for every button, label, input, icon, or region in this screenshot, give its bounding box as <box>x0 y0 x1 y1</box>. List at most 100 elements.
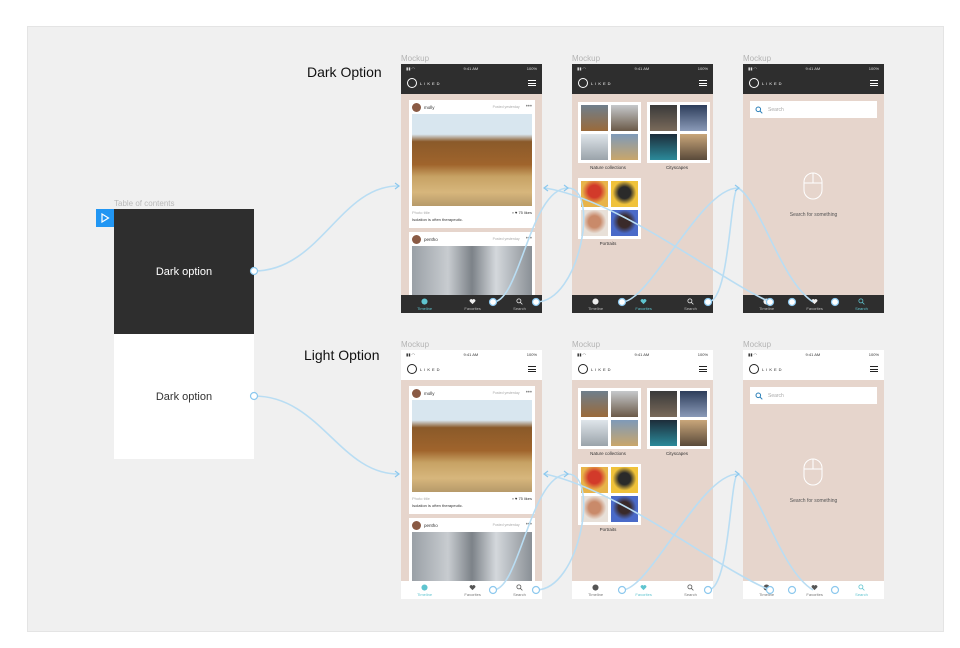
menu-icon[interactable] <box>528 80 536 86</box>
tab-timeline[interactable]: Timeline <box>417 297 432 311</box>
menu-icon[interactable] <box>870 80 878 86</box>
tab-bar: Timeline Favorites Search <box>401 581 542 599</box>
toc-item-light[interactable]: Dark option <box>114 334 254 459</box>
post-card[interactable]: pentho Posted yesterday ••• <box>409 518 535 592</box>
collection-label: Portraits <box>599 527 617 532</box>
tab-bar: Timeline Favorites Search <box>572 295 713 313</box>
tab-timeline[interactable]: Timeline <box>759 297 774 311</box>
avatar <box>412 388 421 398</box>
mockup-search-light[interactable]: ▮▮ ◠ 9:41 AM 100% LIKED Search Search for … <box>743 350 884 599</box>
collection-nature[interactable] <box>578 102 641 163</box>
post-photo <box>412 400 532 492</box>
tab-timeline[interactable]: Timeline <box>417 583 432 597</box>
collection-cityscapes[interactable] <box>647 102 710 163</box>
empty-state-text: Search for something <box>789 498 838 504</box>
more-icon[interactable]: ••• <box>526 390 532 396</box>
search-icon <box>755 106 763 114</box>
collection-label: Nature collections <box>590 451 626 456</box>
collection-cityscapes[interactable] <box>647 388 710 449</box>
collection-label: Nature collections <box>590 165 626 170</box>
logo: LIKED <box>578 78 613 88</box>
toc-item-dark[interactable]: Dark option <box>114 209 254 334</box>
logo: LIKED <box>578 364 613 374</box>
menu-icon[interactable] <box>699 80 707 86</box>
more-icon[interactable]: ••• <box>526 236 532 242</box>
post-card[interactable]: molly Posted yesterday ••• Photo title ▪ ♥ … <box>409 100 535 228</box>
collection-portraits[interactable] <box>578 464 641 525</box>
menu-icon[interactable] <box>699 366 707 372</box>
post-photo <box>412 114 532 206</box>
tab-bar: Timeline Favorites Search <box>743 295 884 313</box>
avatar <box>412 102 421 112</box>
collection-label: Cityscapes <box>665 165 688 170</box>
frame-label: Mockup <box>572 340 601 349</box>
mockup-favorites-light[interactable]: ▮▮ ◠ 9:41 AM 100% LIKED Nature collections… <box>572 350 713 599</box>
app-bar: LIKED <box>743 358 884 380</box>
post-card[interactable]: molly Posted yesterday ••• Photo title ▪ ♥ … <box>409 386 535 514</box>
tab-favorites[interactable]: Favorites <box>464 298 481 311</box>
mockup-timeline-dark[interactable]: ▮▮ ◠ 9:41 AM 100% LIKED molly Posted yester… <box>401 64 542 313</box>
frame-label: Mockup <box>743 54 772 63</box>
toc-label: Table of contents <box>114 199 175 208</box>
tab-search[interactable]: Search <box>855 297 868 311</box>
tab-bar: Timeline Favorites Search <box>743 581 884 599</box>
mouse-icon <box>803 172 823 200</box>
tab-search[interactable]: Search <box>684 583 697 597</box>
status-bar: ▮▮ ◠ 9:41 AM 100% <box>401 350 542 358</box>
tab-bar: Timeline Favorites Search <box>572 581 713 599</box>
tab-timeline[interactable]: Timeline <box>588 297 603 311</box>
logo-icon <box>407 364 417 374</box>
avatar <box>412 520 421 530</box>
post-card[interactable]: pentho Posted yesterday ••• <box>409 232 535 306</box>
tab-favorites[interactable]: Favorites <box>635 298 652 311</box>
tab-timeline[interactable]: Timeline <box>759 583 774 597</box>
menu-icon[interactable] <box>528 366 536 372</box>
app-bar: LIKED <box>572 358 713 380</box>
avatar <box>412 234 421 244</box>
app-bar: LIKED <box>572 72 713 94</box>
mockup-search-dark[interactable]: ▮▮ ◠ 9:41 AM 100% LIKED Search Search for … <box>743 64 884 313</box>
tab-search[interactable]: Search <box>855 583 868 597</box>
app-bar: LIKED <box>401 72 542 94</box>
search-input[interactable]: Search <box>750 101 877 118</box>
frame-label: Mockup <box>743 340 772 349</box>
tab-search[interactable]: Search <box>684 297 697 311</box>
tab-favorites[interactable]: Favorites <box>635 584 652 597</box>
status-bar: ▮▮ ◠ 9:41 AM 100% <box>572 350 713 358</box>
mouse-icon <box>803 458 823 486</box>
logo: LIKED <box>749 78 784 88</box>
logo-icon <box>749 78 759 88</box>
logo-icon <box>578 364 588 374</box>
logo-icon <box>749 364 759 374</box>
menu-icon[interactable] <box>870 366 878 372</box>
tab-timeline[interactable]: Timeline <box>588 583 603 597</box>
search-icon <box>755 392 763 400</box>
collection-portraits[interactable] <box>578 178 641 239</box>
mockup-favorites-dark[interactable]: ▮▮ ◠ 9:41 AM 100% LIKED Nature collections… <box>572 64 713 313</box>
frame-label: Mockup <box>401 340 430 349</box>
collection-nature[interactable] <box>578 388 641 449</box>
more-icon[interactable]: ••• <box>526 522 532 528</box>
logo-icon <box>578 78 588 88</box>
status-bar: ▮▮ ◠ 9:41 AM 100% <box>743 350 884 358</box>
logo: LIKED <box>749 364 784 374</box>
tab-favorites[interactable]: Favorites <box>806 584 823 597</box>
frame-label: Mockup <box>572 54 601 63</box>
more-icon[interactable]: ••• <box>526 104 532 110</box>
play-icon[interactable] <box>96 209 114 227</box>
collection-label: Portraits <box>599 241 617 246</box>
empty-state-text: Search for something <box>789 212 838 218</box>
mockup-timeline-light[interactable]: ▮▮ ◠ 9:41 AM 100% LIKED molly Posted yester… <box>401 350 542 599</box>
tab-search[interactable]: Search <box>513 583 526 597</box>
logo-icon <box>407 78 417 88</box>
logo: LIKED <box>407 364 442 374</box>
toc-item-label: Dark option <box>155 390 213 403</box>
tab-bar: Timeline Favorites Search <box>401 295 542 313</box>
tab-favorites[interactable]: Favorites <box>806 298 823 311</box>
row-title-light: Light Option <box>304 347 380 363</box>
tab-search[interactable]: Search <box>513 297 526 311</box>
search-input[interactable]: Search <box>750 387 877 404</box>
tab-favorites[interactable]: Favorites <box>464 584 481 597</box>
status-bar: ▮▮ ◠ 9:41 AM 100% <box>401 64 542 72</box>
status-bar: ▮▮ ◠ 9:41 AM 100% <box>572 64 713 72</box>
